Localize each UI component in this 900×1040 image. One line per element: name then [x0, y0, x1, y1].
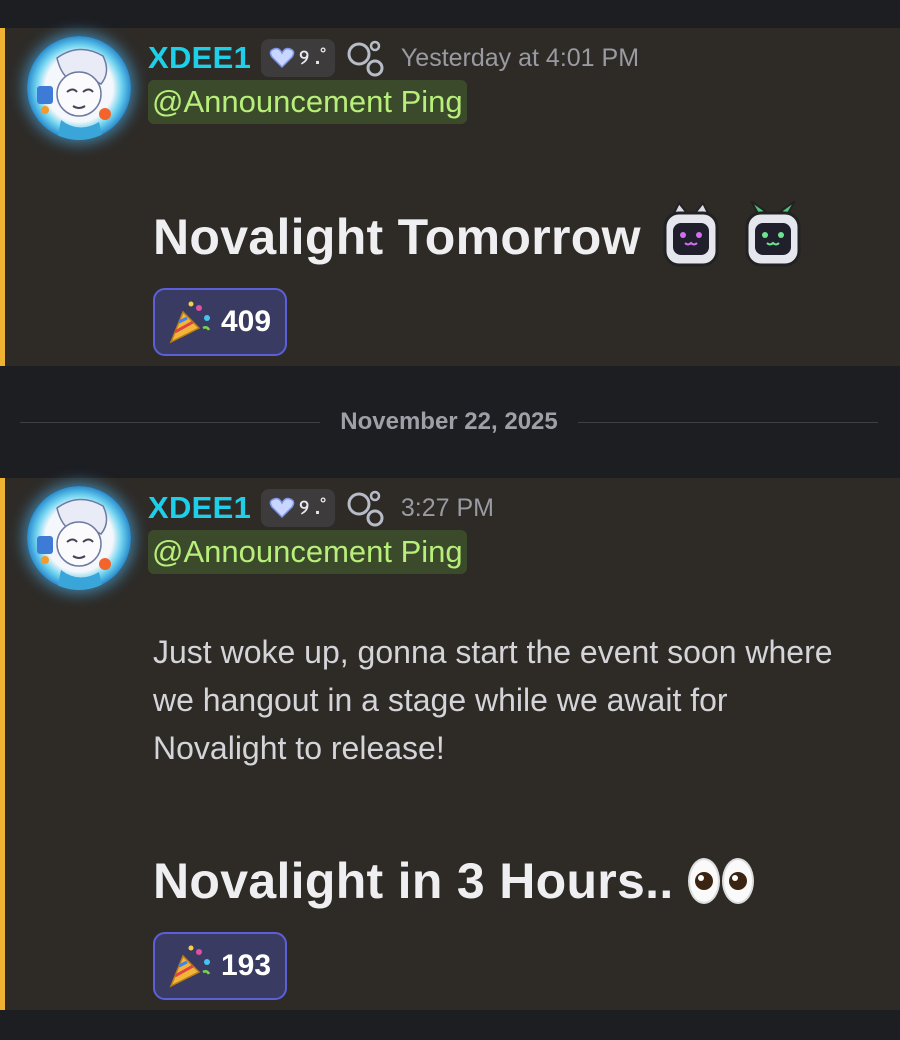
eye-right — [721, 858, 754, 904]
timestamp[interactable]: Yesterday at 4:01 PM — [401, 44, 639, 73]
bubbles-icon — [347, 490, 384, 527]
divider-line-right — [577, 421, 878, 423]
heart-icon — [269, 497, 295, 519]
date-divider-label: November 22, 2025 — [340, 408, 558, 435]
guild-tag-text: ୨ .˚ — [299, 496, 327, 519]
timestamp[interactable]: 3:27 PM — [401, 494, 494, 523]
guild-tag[interactable]: ୨ .˚ — [261, 39, 335, 77]
guild-tag-text: ୨ .˚ — [299, 46, 327, 69]
message-1[interactable]: XDEE1 ୨ .˚ Yesterday at 4:01 PM @Announc… — [0, 28, 900, 366]
username[interactable]: XDEE1 — [148, 490, 251, 526]
avatar[interactable] — [27, 36, 131, 140]
message-2[interactable]: XDEE1 ୨ .˚ 3:27 PM @Announcement Ping Ju… — [0, 478, 900, 1010]
role-mention[interactable]: @Announcement Ping — [148, 80, 467, 124]
message-body: Just woke up, gonna start the event soon… — [153, 634, 833, 766]
top-strip — [0, 0, 900, 28]
message-header: XDEE1 ୨ .˚ Yesterday at 4:01 PM — [148, 36, 639, 80]
reaction-count: 409 — [221, 305, 272, 338]
headline: Novalight in 3 Hours.. — [153, 848, 754, 914]
date-divider: November 22, 2025 — [20, 400, 878, 444]
party-popper-icon — [169, 301, 211, 344]
divider-line-left — [20, 421, 321, 423]
role-mention[interactable]: @Announcement Ping — [148, 530, 467, 574]
headline: Novalight Tomorrow — [153, 201, 805, 273]
bottom-strip — [0, 1010, 900, 1040]
party-popper-icon — [169, 945, 211, 988]
guild-tag[interactable]: ୨ .˚ — [261, 489, 335, 527]
reaction-count: 193 — [221, 949, 272, 982]
message-header: XDEE1 ୨ .˚ 3:27 PM — [148, 486, 494, 530]
eye-left — [687, 858, 720, 904]
headline-text: Novalight Tomorrow — [153, 209, 641, 265]
bubbles-icon — [347, 40, 384, 77]
heart-icon — [269, 47, 295, 69]
bunny-robot-emoji[interactable] — [741, 201, 805, 273]
reaction-button[interactable]: 409 — [153, 288, 288, 356]
reaction-button[interactable]: 193 — [153, 932, 288, 1000]
username[interactable]: XDEE1 — [148, 40, 251, 76]
cat-robot-emoji[interactable] — [659, 201, 723, 273]
headline-text: Novalight in 3 Hours.. — [153, 853, 674, 909]
avatar[interactable] — [27, 486, 131, 590]
eyes-emoji[interactable] — [687, 858, 754, 904]
